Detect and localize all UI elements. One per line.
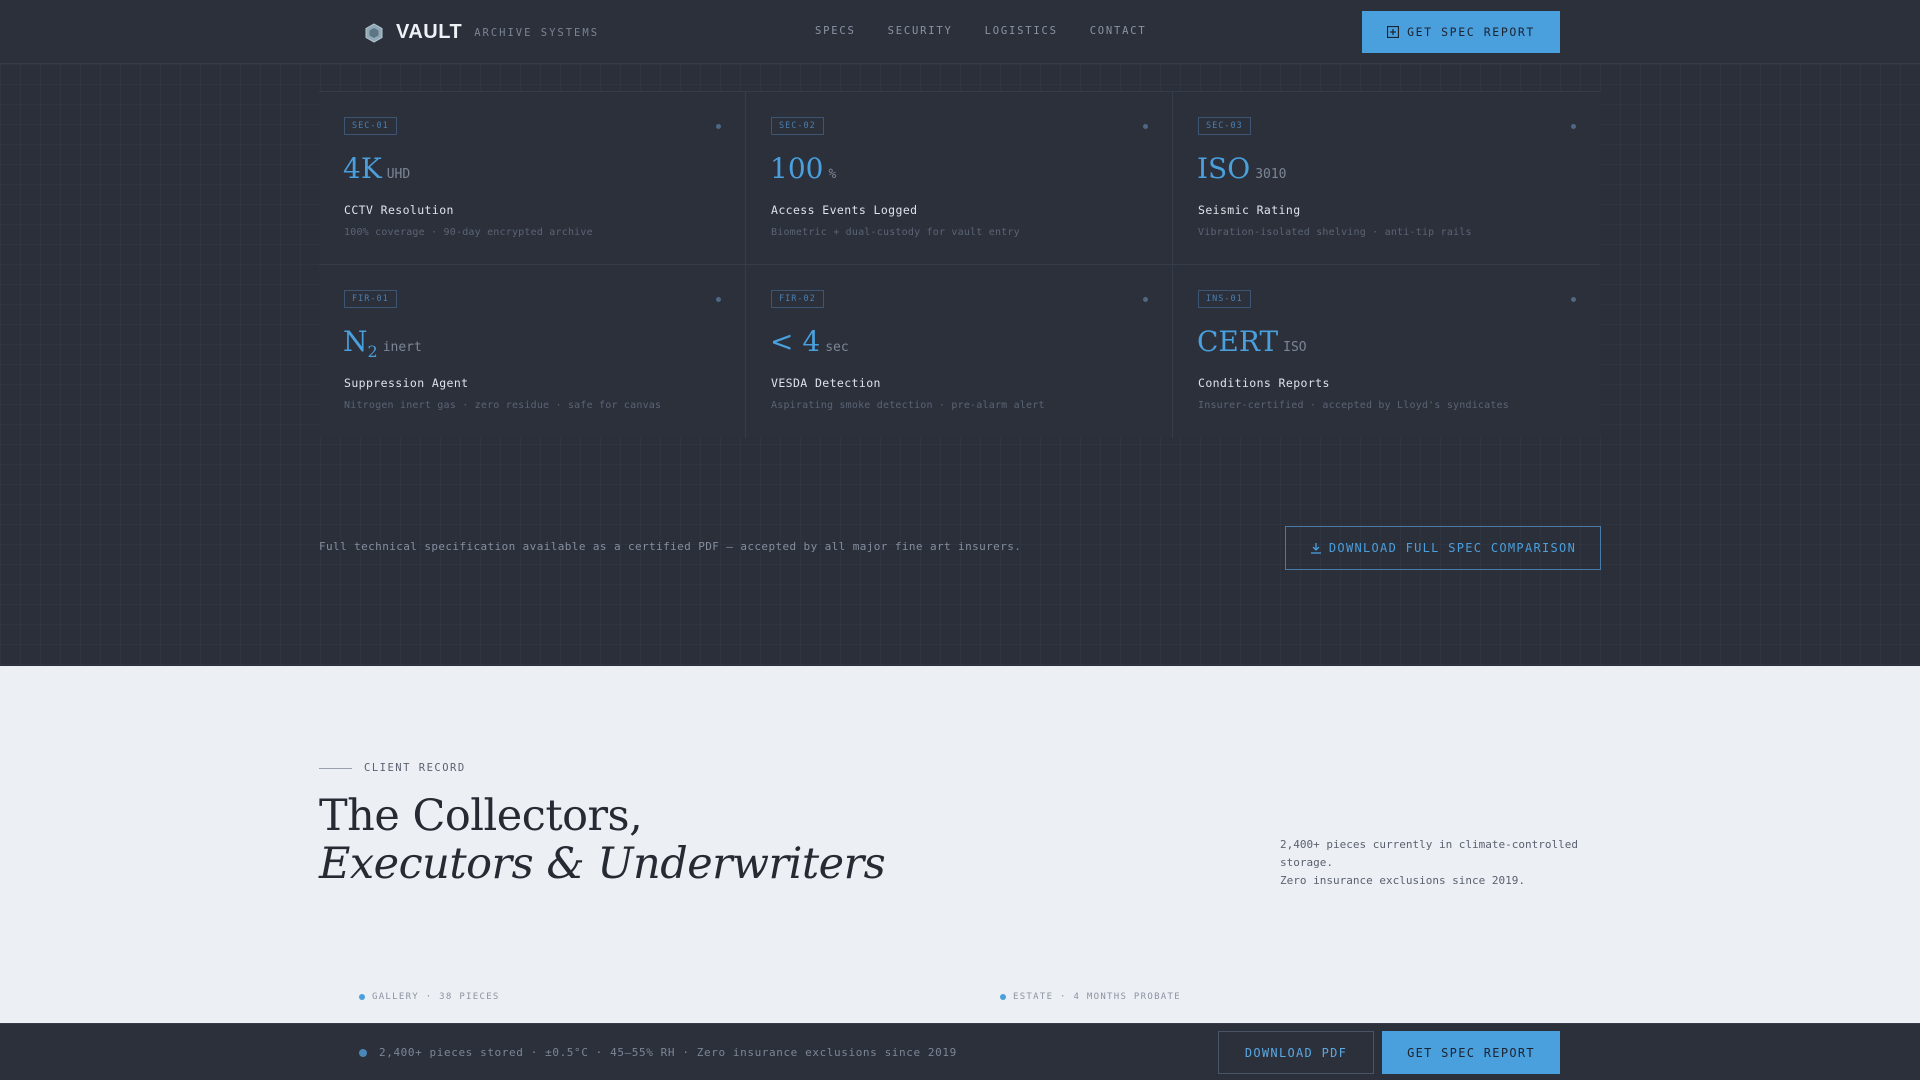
metric-unit: % xyxy=(828,167,837,182)
metric-value: ISO xyxy=(1197,152,1251,185)
spec-title: Seismic Rating xyxy=(1198,203,1301,217)
spec-title: Suppression Agent xyxy=(344,376,469,390)
spec-tag: SEC-01 xyxy=(344,117,397,135)
top-header: VAULT ARCHIVE SYSTEMS SPECS SECURITY LOG… xyxy=(0,0,1920,64)
hexagon-logo-icon xyxy=(364,22,384,43)
spec-metric: CERT ISO xyxy=(1197,325,1307,358)
spec-tag: SEC-03 xyxy=(1198,117,1251,135)
metric-unit: inert xyxy=(382,340,422,355)
spec-card-conditions: INS-01 CERT ISO Conditions Reports Insur… xyxy=(1173,265,1600,438)
spec-metric: 100 % xyxy=(770,152,836,185)
status-dot xyxy=(716,297,721,302)
spec-description: Insurer-certified · accepted by Lloyd's … xyxy=(1198,400,1510,411)
status-dot xyxy=(1143,297,1148,302)
spec-tag: FIR-02 xyxy=(771,290,824,308)
spec-title: Conditions Reports xyxy=(1198,376,1330,390)
spec-card-suppression: FIR-01 N2 inert Suppression Agent Nitrog… xyxy=(319,265,746,438)
metric-value: N2 xyxy=(343,325,378,361)
metric-unit: UHD xyxy=(386,167,411,182)
bottom-get-spec-report-button[interactable]: GET SPEC REPORT xyxy=(1382,1031,1560,1074)
spec-tag: FIR-01 xyxy=(344,290,397,308)
report-icon xyxy=(1387,26,1400,38)
metric-value: 100 xyxy=(770,152,824,185)
main-nav: SPECS SECURITY LOGISTICS CONTACT xyxy=(815,25,1179,37)
metric-unit: 3010 xyxy=(1255,167,1287,182)
get-spec-report-label: GET SPEC REPORT xyxy=(1407,25,1535,39)
category-label: GALLERY · 38 PIECES xyxy=(372,992,500,1002)
metric-value-main: N xyxy=(343,325,368,358)
spec-description: Nitrogen inert gas · zero residue · safe… xyxy=(344,400,662,411)
stats-line-1: 2,400+ pieces currently in climate-contr… xyxy=(1280,838,1579,869)
metric-unit: sec xyxy=(825,340,849,355)
nav-specs[interactable]: SPECS xyxy=(815,25,856,37)
metric-value: < 4 xyxy=(770,325,821,358)
category-dot xyxy=(359,994,365,1000)
status-dot xyxy=(1571,297,1576,302)
spec-title: Access Events Logged xyxy=(771,203,918,217)
spec-card-access: SEC-02 100 % Access Events Logged Biomet… xyxy=(746,92,1173,265)
get-spec-report-button[interactable]: GET SPEC REPORT xyxy=(1362,11,1560,53)
category-gallery: GALLERY · 38 PIECES xyxy=(359,992,500,1002)
spec-metric: 4K UHD xyxy=(343,152,410,185)
storage-status: 2,400+ pieces stored · ±0.5°C · 45–55% R… xyxy=(359,1046,957,1059)
logo-subtitle: ARCHIVE SYSTEMS xyxy=(474,26,600,39)
spec-note: Full technical specification available a… xyxy=(319,540,1022,553)
spec-card-cctv: SEC-01 4K UHD CCTV Resolution 100% cover… xyxy=(319,92,746,265)
spec-tag: SEC-02 xyxy=(771,117,824,135)
section-headline: The Collectors, Executors & Underwriters xyxy=(319,791,886,889)
nav-contact[interactable]: CONTACT xyxy=(1090,25,1147,37)
client-stats: 2,400+ pieces currently in climate-contr… xyxy=(1280,836,1600,890)
spec-card-vesda: FIR-02 < 4 sec VESDA Detection Aspiratin… xyxy=(746,265,1173,438)
spec-description: Vibration-isolated shelving · anti-tip r… xyxy=(1198,227,1472,238)
stats-line-2: Zero insurance exclusions since 2019. xyxy=(1280,874,1526,887)
metric-unit: ISO xyxy=(1283,340,1307,355)
category-estate: ESTATE · 4 MONTHS PROBATE xyxy=(1000,992,1181,1002)
download-icon xyxy=(1310,543,1321,554)
sticky-bottom-bar: 2,400+ pieces stored · ±0.5°C · 45–55% R… xyxy=(0,1023,1920,1080)
spec-metric: ISO 3010 xyxy=(1197,152,1287,185)
specs-section: SEC-01 4K UHD CCTV Resolution 100% cover… xyxy=(0,64,1920,666)
metric-value: CERT xyxy=(1197,325,1279,358)
nav-logistics[interactable]: LOGISTICS xyxy=(985,25,1058,37)
section-eyebrow: CLIENT RECORD xyxy=(319,762,466,774)
download-full-spec-label: DOWNLOAD FULL SPEC COMPARISON xyxy=(1328,541,1577,555)
spec-title: CCTV Resolution xyxy=(344,203,454,217)
headline-line-1: The Collectors, xyxy=(319,791,643,841)
eyebrow-text: CLIENT RECORD xyxy=(364,762,466,774)
client-record-section: CLIENT RECORD The Collectors, Executors … xyxy=(0,666,1920,1023)
download-pdf-button[interactable]: DOWNLOAD PDF xyxy=(1218,1031,1374,1074)
status-dot xyxy=(1143,124,1148,129)
headline-line-2: Executors & Underwriters xyxy=(319,839,886,889)
spec-description: Aspirating smoke detection · pre-alarm a… xyxy=(771,400,1045,411)
eyebrow-divider xyxy=(319,767,352,769)
spec-metric: N2 inert xyxy=(343,325,422,361)
metric-value: 4K xyxy=(343,152,382,185)
category-label: ESTATE · 4 MONTHS PROBATE xyxy=(1013,992,1181,1002)
spec-grid: SEC-01 4K UHD CCTV Resolution 100% cover… xyxy=(319,91,1601,438)
spec-description: Biometric + dual-custody for vault entry xyxy=(771,227,1020,238)
spec-metric: < 4 sec xyxy=(770,325,849,358)
status-dot xyxy=(1571,124,1576,129)
spec-title: VESDA Detection xyxy=(771,376,881,390)
category-dot xyxy=(1000,994,1006,1000)
metric-value-subscript: 2 xyxy=(367,342,378,361)
spec-card-seismic: SEC-03 ISO 3010 Seismic Rating Vibration… xyxy=(1173,92,1600,265)
status-text: 2,400+ pieces stored · ±0.5°C · 45–55% R… xyxy=(379,1046,957,1059)
logo-text: VAULT xyxy=(396,21,463,43)
spec-tag: INS-01 xyxy=(1198,290,1251,308)
nav-security[interactable]: SECURITY xyxy=(888,25,953,37)
status-indicator xyxy=(359,1048,367,1057)
logo[interactable]: VAULT ARCHIVE SYSTEMS xyxy=(364,21,599,44)
status-dot xyxy=(716,124,721,129)
spec-description: 100% coverage · 90-day encrypted archive xyxy=(344,227,593,238)
download-full-spec-button[interactable]: DOWNLOAD FULL SPEC COMPARISON xyxy=(1285,526,1601,570)
